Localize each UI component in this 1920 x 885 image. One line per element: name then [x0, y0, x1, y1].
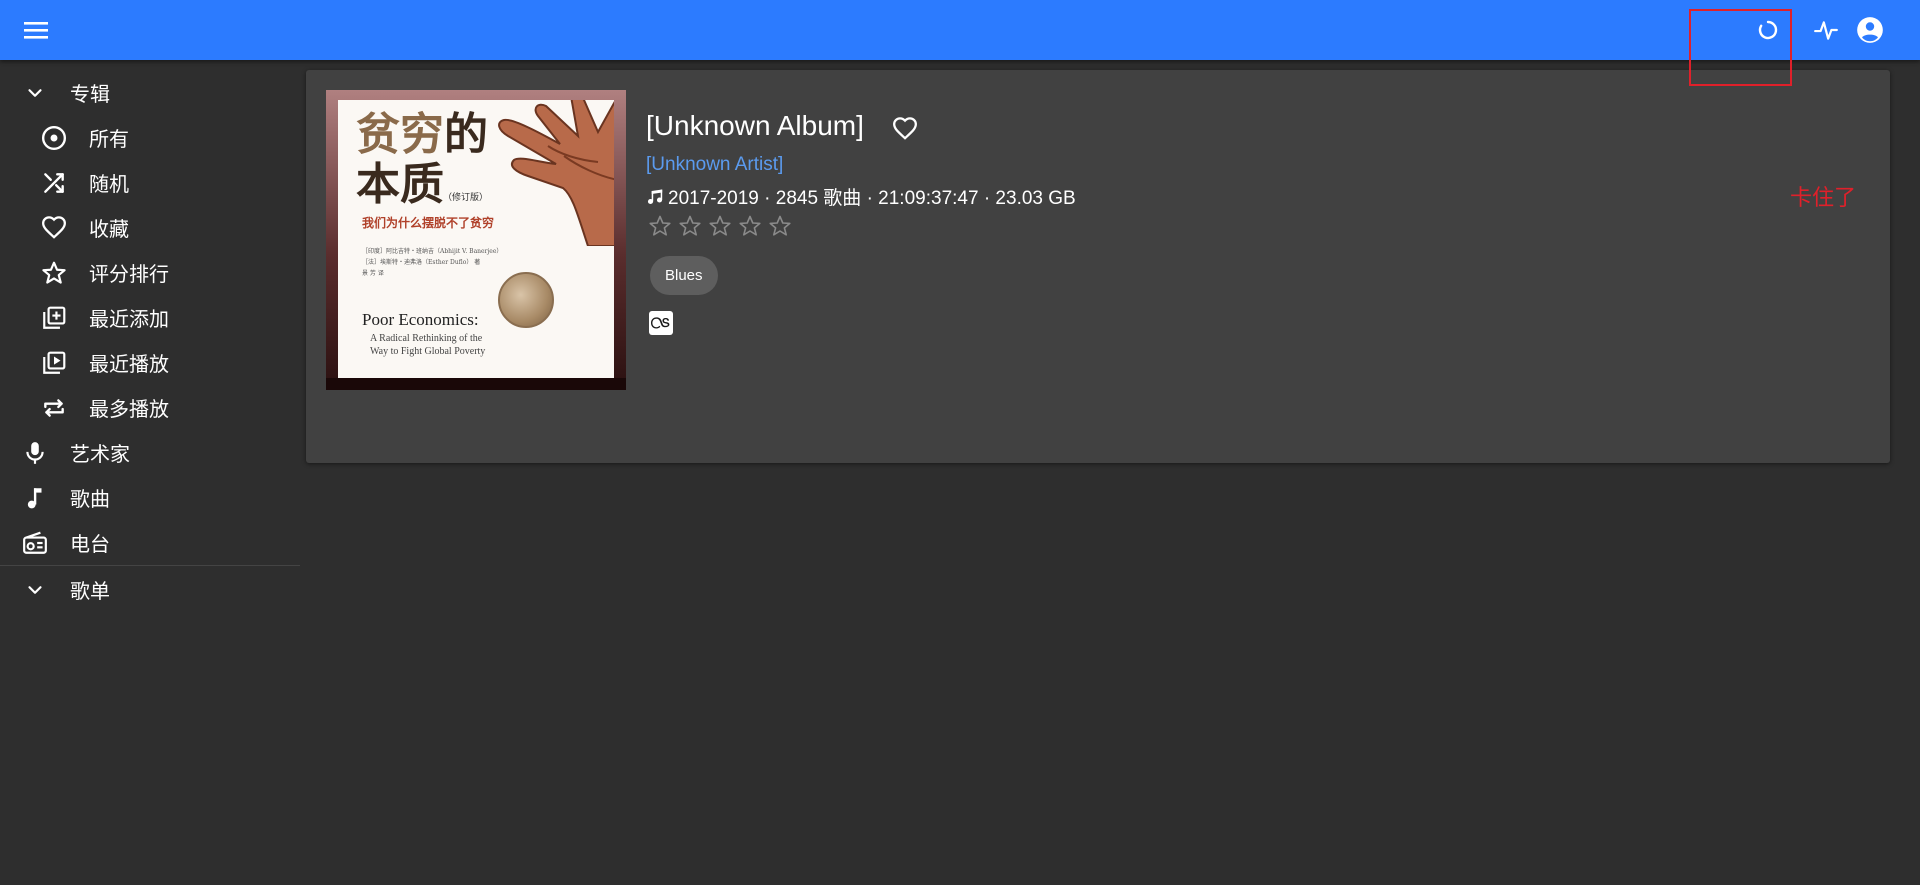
- sidebar-item-label: 歌曲: [70, 489, 110, 511]
- genre-chip[interactable]: Blues: [650, 256, 718, 295]
- chevron-down-icon: [21, 79, 49, 107]
- library-add-icon: [40, 304, 68, 332]
- sidebar-item-label: 随机: [89, 174, 129, 196]
- sidebar-item-random[interactable]: 随机: [0, 160, 300, 205]
- lastfm-button[interactable]: [648, 310, 674, 336]
- sidebar-item-radio[interactable]: 电台: [0, 520, 300, 565]
- menu-button[interactable]: [18, 14, 54, 46]
- sidebar-section-label: 专辑: [70, 84, 110, 106]
- sidebar-item-label: 所有: [89, 129, 129, 151]
- cover-english-subtitle-line: Way to Fight Global Poverty: [370, 346, 486, 357]
- repeat-icon: [40, 394, 68, 422]
- annotation-note: 卡住了: [1790, 185, 1857, 210]
- rating-star-icon[interactable]: [706, 212, 734, 240]
- cover-subtitle: 我们为什么摆脱不了贫穷: [362, 216, 495, 230]
- sidebar-section-label: 歌单: [70, 581, 110, 603]
- sidebar-item-favorites[interactable]: 收藏: [0, 205, 300, 250]
- cover-english-subtitle: A Radical Rethinking of the Way to Fight…: [370, 332, 485, 358]
- album-meta-text: 2017-2019 · 2845 歌曲 · 21:09:37:47 · 23.0…: [668, 188, 1076, 209]
- disc-icon: [40, 124, 68, 152]
- heart-icon: [40, 214, 68, 242]
- cover-title-part: 的: [444, 109, 488, 160]
- sidebar-item-label: 电台: [70, 534, 110, 556]
- cover-title-part: 贫穷: [356, 109, 444, 160]
- album-details-card: 贫穷的 本质 （修订版） 我们为什么摆脱不了贫穷 ［印度］阿比吉特・班纳吉（Ab…: [306, 70, 1890, 463]
- sidebar-item-label: 最近播放: [89, 354, 169, 376]
- cover-title-part: 本质: [356, 159, 444, 210]
- cover-authors: ［印度］阿比吉特・班纳吉（Abhijit V. Banerjee） ［法］埃斯特…: [362, 246, 502, 279]
- chevron-down-icon: [21, 576, 49, 604]
- coin-illustration: [498, 272, 554, 328]
- favorite-button[interactable]: [890, 114, 920, 144]
- account-circle-icon: [1857, 17, 1883, 43]
- sidebar-section-playlists[interactable]: 歌单: [0, 567, 300, 612]
- sidebar-item-most-played[interactable]: 最多播放: [0, 385, 300, 430]
- sidebar-item-label: 最多播放: [89, 399, 169, 421]
- cover-author-line: ［印度］阿比吉特・班纳吉（Abhijit V. Banerjee）: [362, 248, 503, 255]
- loading-spinner-icon: [1758, 20, 1778, 40]
- sidebar-item-recently-added[interactable]: 最近添加: [0, 295, 300, 340]
- sidebar-item-label: 评分排行: [89, 264, 169, 286]
- microphone-icon: [21, 439, 49, 467]
- library-play-icon: [40, 349, 68, 377]
- activity-pulse-icon: [1814, 21, 1838, 40]
- cover-author-text: ［法］埃斯特・迪弗洛（Esther Duflo）: [362, 259, 473, 266]
- cover-edition: （修订版）: [443, 193, 489, 203]
- rating-star-icon[interactable]: [766, 212, 794, 240]
- activity-button[interactable]: [1808, 12, 1844, 48]
- cover-art: 贫穷的 本质 （修订版） 我们为什么摆脱不了贫穷 ［印度］阿比吉特・班纳吉（Ab…: [338, 100, 614, 378]
- radio-icon: [21, 529, 49, 557]
- sidebar-item-artists[interactable]: 艺术家: [0, 430, 300, 475]
- account-button[interactable]: [1852, 12, 1888, 48]
- rating-star-icon[interactable]: [676, 212, 704, 240]
- shuffle-icon: [40, 169, 68, 197]
- cover-author-suffix: 著: [474, 259, 481, 266]
- album-title: [Unknown Album]: [646, 110, 864, 141]
- lastfm-icon: [649, 311, 673, 335]
- cover-bottom-band: [326, 378, 626, 390]
- sidebar-item-all[interactable]: 所有: [0, 115, 300, 160]
- loading-button[interactable]: [1750, 12, 1786, 48]
- sidebar-item-label: 艺术家: [70, 444, 130, 466]
- cover-english-title: Poor Economics:: [362, 310, 479, 329]
- album-meta: 2017-2019 · 2845 歌曲 · 21:09:37:47 · 23.0…: [646, 183, 1076, 210]
- sidebar-item-label: 最近添加: [89, 309, 169, 331]
- sidebar-item-label: 收藏: [89, 219, 129, 241]
- artist-link[interactable]: [Unknown Artist]: [646, 154, 783, 176]
- heart-icon: [893, 117, 917, 140]
- rating-star-icon[interactable]: [646, 212, 674, 240]
- sidebar-item-recently-played[interactable]: 最近播放: [0, 340, 300, 385]
- cover-english-subtitle-line: A Radical Rethinking of the: [370, 333, 483, 344]
- top-app-bar: [0, 0, 1920, 60]
- sidebar-item-top-rated[interactable]: 评分排行: [0, 250, 300, 295]
- music-note-icon: [646, 188, 664, 206]
- star-icon: [40, 259, 68, 287]
- cover-translator: 景 芳 译: [362, 270, 384, 277]
- music-note-icon: [21, 484, 49, 512]
- hamburger-menu-icon: [24, 22, 48, 39]
- album-cover[interactable]: 贫穷的 本质 （修订版） 我们为什么摆脱不了贫穷 ［印度］阿比吉特・班纳吉（Ab…: [326, 90, 626, 390]
- sidebar-section-albums[interactable]: 专辑: [0, 70, 300, 115]
- sidebar: 专辑 所有 随机 收藏 评分排行 最近添加 最近播放 最多播放 艺术家 歌曲 电…: [0, 60, 300, 885]
- cover-author-line: ［法］埃斯特・迪弗洛（Esther Duflo） 著: [362, 257, 502, 268]
- rating-stars: [646, 212, 794, 240]
- sidebar-item-songs[interactable]: 歌曲: [0, 475, 300, 520]
- sidebar-divider: [0, 565, 300, 566]
- rating-star-icon[interactable]: [736, 212, 764, 240]
